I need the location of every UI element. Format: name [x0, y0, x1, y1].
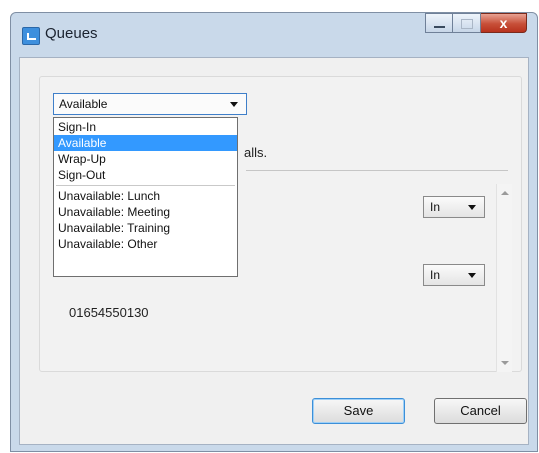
- phone-number: 01654550130: [69, 305, 149, 320]
- queue-direction-select-2[interactable]: In: [423, 264, 485, 286]
- calls-hint-text: alls.: [244, 145, 268, 160]
- status-select[interactable]: Available: [53, 93, 247, 115]
- close-button[interactable]: x: [481, 13, 527, 33]
- status-option[interactable]: Unavailable: Training: [54, 220, 237, 236]
- status-option[interactable]: Sign-Out: [54, 167, 237, 183]
- status-option[interactable]: Sign-In: [54, 119, 237, 135]
- queue-list-scrollbar[interactable]: [496, 184, 512, 372]
- cancel-button[interactable]: Cancel: [434, 398, 527, 424]
- dropdown-separator: [54, 183, 237, 188]
- status-select-value: Available: [59, 97, 108, 111]
- queue-direction-value: In: [430, 200, 441, 214]
- app-icon: [22, 27, 40, 45]
- status-option[interactable]: Unavailable: Lunch: [54, 188, 237, 204]
- status-option[interactable]: Unavailable: Other: [54, 236, 237, 252]
- chevron-down-icon: [468, 273, 476, 278]
- queue-direction-select-1[interactable]: In: [423, 196, 485, 218]
- status-dropdown-list: Sign-In Available Wrap-Up Sign-Out Unava…: [53, 117, 238, 277]
- queue-direction-value: In: [430, 268, 441, 282]
- save-button[interactable]: Save: [312, 398, 405, 424]
- scroll-down-icon[interactable]: [501, 361, 509, 365]
- caption-buttons: x: [425, 13, 527, 35]
- separator: [246, 170, 508, 171]
- title-bar[interactable]: Queues x: [11, 13, 537, 57]
- status-option[interactable]: Wrap-Up: [54, 151, 237, 167]
- chevron-down-icon: [230, 102, 238, 107]
- minimize-button[interactable]: [425, 13, 453, 33]
- status-option[interactable]: Unavailable: Meeting: [54, 204, 237, 220]
- scroll-up-icon[interactable]: [501, 191, 509, 195]
- window-title: Queues: [45, 25, 98, 42]
- maximize-button[interactable]: [453, 13, 481, 33]
- queues-window: Queues x alls. In In 01654550130 Save Ca…: [10, 12, 538, 452]
- chevron-down-icon: [468, 205, 476, 210]
- status-option-selected[interactable]: Available: [54, 135, 237, 151]
